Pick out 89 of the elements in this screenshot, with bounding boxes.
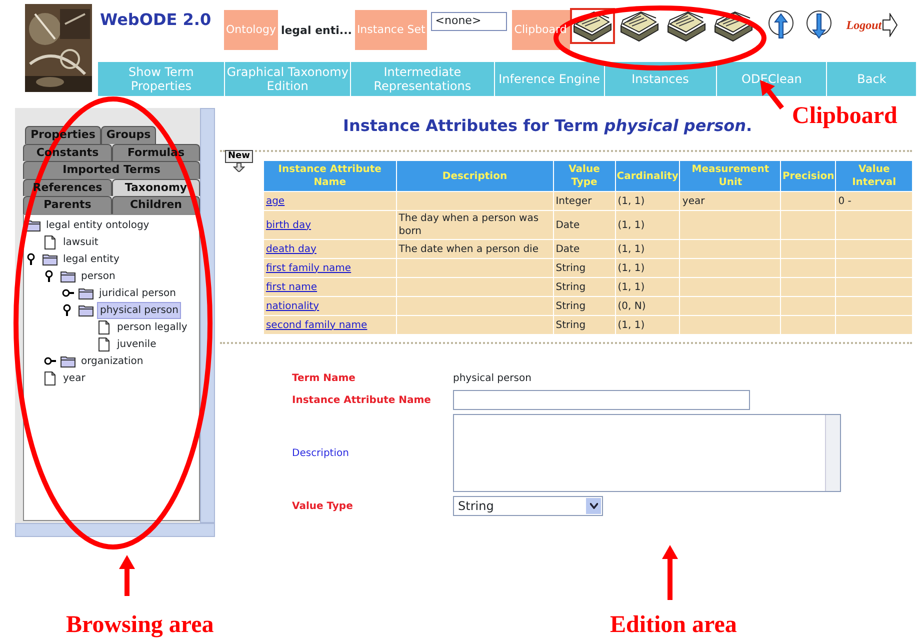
folder-icon bbox=[42, 252, 58, 266]
table-cell: 0 - bbox=[836, 192, 912, 210]
table-cell: The date when a person die bbox=[396, 240, 553, 258]
table-cell: The day when a person was born bbox=[396, 211, 553, 239]
app-title: WebODE 2.0 bbox=[99, 10, 212, 31]
table-cell: Date bbox=[554, 240, 615, 258]
tab[interactable]: Parents bbox=[23, 196, 112, 214]
tree-node-label[interactable]: lawsuit bbox=[61, 234, 100, 250]
field-label: Instance Attribute Name bbox=[292, 394, 432, 408]
tree-node-label[interactable]: juridical person bbox=[97, 286, 178, 300]
column-header: Value Type bbox=[554, 161, 615, 191]
table-cell bbox=[781, 297, 836, 315]
table-cell bbox=[781, 192, 836, 210]
table-cell: String bbox=[554, 278, 615, 296]
attribute-link[interactable]: first family name bbox=[266, 262, 352, 274]
annotation-label: Browsing area bbox=[66, 613, 214, 637]
annotation-arrow bbox=[662, 545, 678, 600]
field-value: physical person bbox=[453, 372, 532, 386]
folder-icon bbox=[60, 354, 76, 368]
attribute-link[interactable]: age bbox=[266, 196, 285, 206]
table-cell bbox=[781, 259, 836, 277]
page-heading: Instance Attributes for Term physical person. bbox=[343, 116, 752, 137]
attribute-link[interactable]: first name bbox=[266, 282, 318, 292]
arrow-icon[interactable] bbox=[882, 13, 898, 37]
field-label: Value Type bbox=[292, 500, 354, 514]
down-arrow-icon[interactable] bbox=[806, 10, 832, 40]
tree-node-label[interactable]: physical person bbox=[97, 302, 182, 318]
annotation-label: Clipboard bbox=[792, 104, 898, 128]
table-cell: year bbox=[680, 192, 780, 210]
table-cell: (1, 1) bbox=[616, 316, 680, 334]
collapsed-handle-icon[interactable] bbox=[44, 355, 56, 367]
document-icon bbox=[42, 370, 58, 386]
field-label: Term Name bbox=[292, 372, 356, 386]
tree-node-label[interactable]: legal entity ontology bbox=[44, 218, 152, 232]
table-cell: (1, 1) bbox=[616, 192, 680, 210]
table-cell: (1, 1) bbox=[616, 259, 680, 277]
folder-icon bbox=[60, 268, 76, 284]
column-header: Value Interval bbox=[836, 161, 912, 191]
column-header: Cardinality bbox=[616, 161, 680, 191]
value-type-select[interactable]: String bbox=[453, 496, 603, 516]
folder-icon bbox=[78, 302, 94, 318]
attribute-link[interactable]: death day bbox=[266, 244, 316, 254]
table-cell: String bbox=[554, 297, 615, 315]
tree-node-label[interactable]: person legally bbox=[115, 320, 190, 334]
annotation-label: Edition area bbox=[610, 613, 737, 637]
tree-node-label[interactable]: legal entity bbox=[61, 252, 122, 266]
table-cell: String bbox=[554, 316, 615, 334]
column-header: Precision bbox=[781, 161, 836, 191]
table-cell: Integer bbox=[554, 192, 615, 210]
table-cell: (1, 1) bbox=[616, 211, 680, 239]
tree-node-label[interactable]: year bbox=[61, 370, 88, 386]
up-arrow-icon[interactable] bbox=[768, 10, 794, 40]
instance-set-field[interactable]: <none> bbox=[431, 12, 508, 31]
input-field[interactable] bbox=[453, 390, 750, 410]
tree-node-label[interactable]: organization bbox=[79, 354, 146, 368]
description-field[interactable] bbox=[453, 414, 841, 492]
document-icon bbox=[42, 234, 58, 250]
document-icon bbox=[96, 320, 112, 334]
annotation-arrow bbox=[119, 555, 135, 596]
down-arrow-icon[interactable] bbox=[232, 163, 245, 172]
table-cell: Date bbox=[554, 211, 615, 239]
document-icon bbox=[96, 336, 112, 352]
column-header: Description bbox=[396, 161, 553, 191]
ontology-value: legal enti... bbox=[280, 23, 353, 39]
column-header: Measurement Unit bbox=[680, 161, 780, 191]
table-cell bbox=[781, 240, 836, 258]
tree-node-label[interactable]: person bbox=[79, 268, 118, 284]
table-cell: (0, N) bbox=[616, 297, 680, 315]
tree-node-label[interactable]: juvenile bbox=[115, 336, 158, 352]
table-cell bbox=[781, 278, 836, 296]
document-tray-icon[interactable] bbox=[570, 8, 616, 44]
table-cell: (1, 1) bbox=[616, 240, 680, 258]
attribute-link[interactable]: second family name bbox=[266, 320, 368, 330]
table-cell bbox=[781, 316, 836, 334]
horizontal-scrollbar[interactable] bbox=[15, 523, 215, 537]
folder-icon bbox=[78, 286, 94, 300]
logout-link[interactable]: Logout bbox=[846, 18, 882, 32]
collapsed-handle-icon[interactable] bbox=[62, 287, 74, 299]
caret-icon[interactable] bbox=[590, 503, 598, 509]
tab[interactable]: Groups bbox=[101, 126, 156, 144]
attribute-link[interactable]: nationality bbox=[266, 300, 320, 312]
column-header: Instance Attribute Name bbox=[264, 161, 396, 191]
table-cell: String bbox=[554, 259, 615, 277]
tab[interactable]: Children bbox=[112, 196, 200, 214]
table-cell: (1, 1) bbox=[616, 278, 680, 296]
attribute-link[interactable]: birth day bbox=[266, 220, 312, 230]
field-label: Description bbox=[292, 446, 350, 460]
table-cell bbox=[781, 211, 836, 239]
tab[interactable]: Imported Terms bbox=[23, 161, 200, 178]
